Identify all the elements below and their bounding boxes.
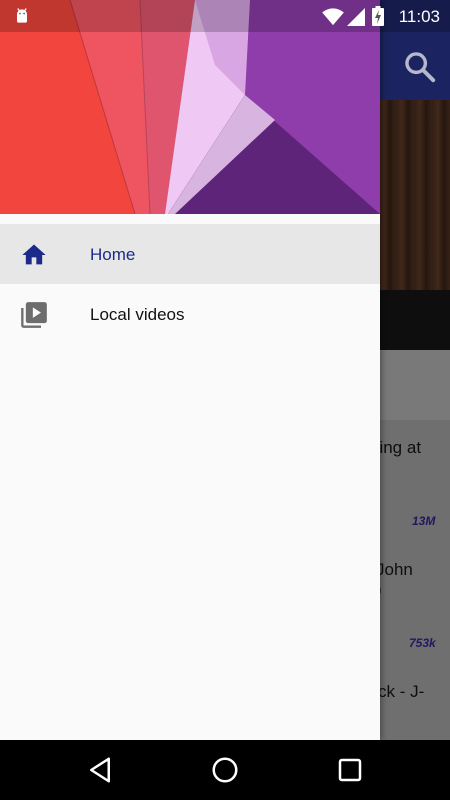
video-library-icon (21, 302, 47, 328)
android-debug-icon (17, 8, 27, 23)
status-bar: 11:03 (0, 0, 450, 32)
material-header-art (0, 0, 380, 214)
drawer-item-label: Home (90, 245, 136, 264)
recents-button[interactable] (335, 755, 365, 785)
drawer-item-home[interactable]: Home (0, 224, 380, 284)
battery-charging-icon (372, 6, 384, 26)
system-nav-bar (0, 740, 450, 800)
drawer-header-image (0, 0, 380, 214)
wifi-icon (322, 8, 344, 26)
drawer-menu: Home Local videos (0, 224, 380, 344)
back-button[interactable] (85, 755, 115, 785)
navigation-drawer: Home Local videos (0, 0, 380, 740)
home-icon (22, 244, 46, 265)
status-time: 11:03 (398, 7, 440, 26)
drawer-item-label: Local videos (90, 305, 185, 324)
drawer-item-local-videos[interactable]: Local videos (0, 284, 380, 344)
home-button[interactable] (210, 755, 240, 785)
signal-icon (347, 8, 365, 26)
